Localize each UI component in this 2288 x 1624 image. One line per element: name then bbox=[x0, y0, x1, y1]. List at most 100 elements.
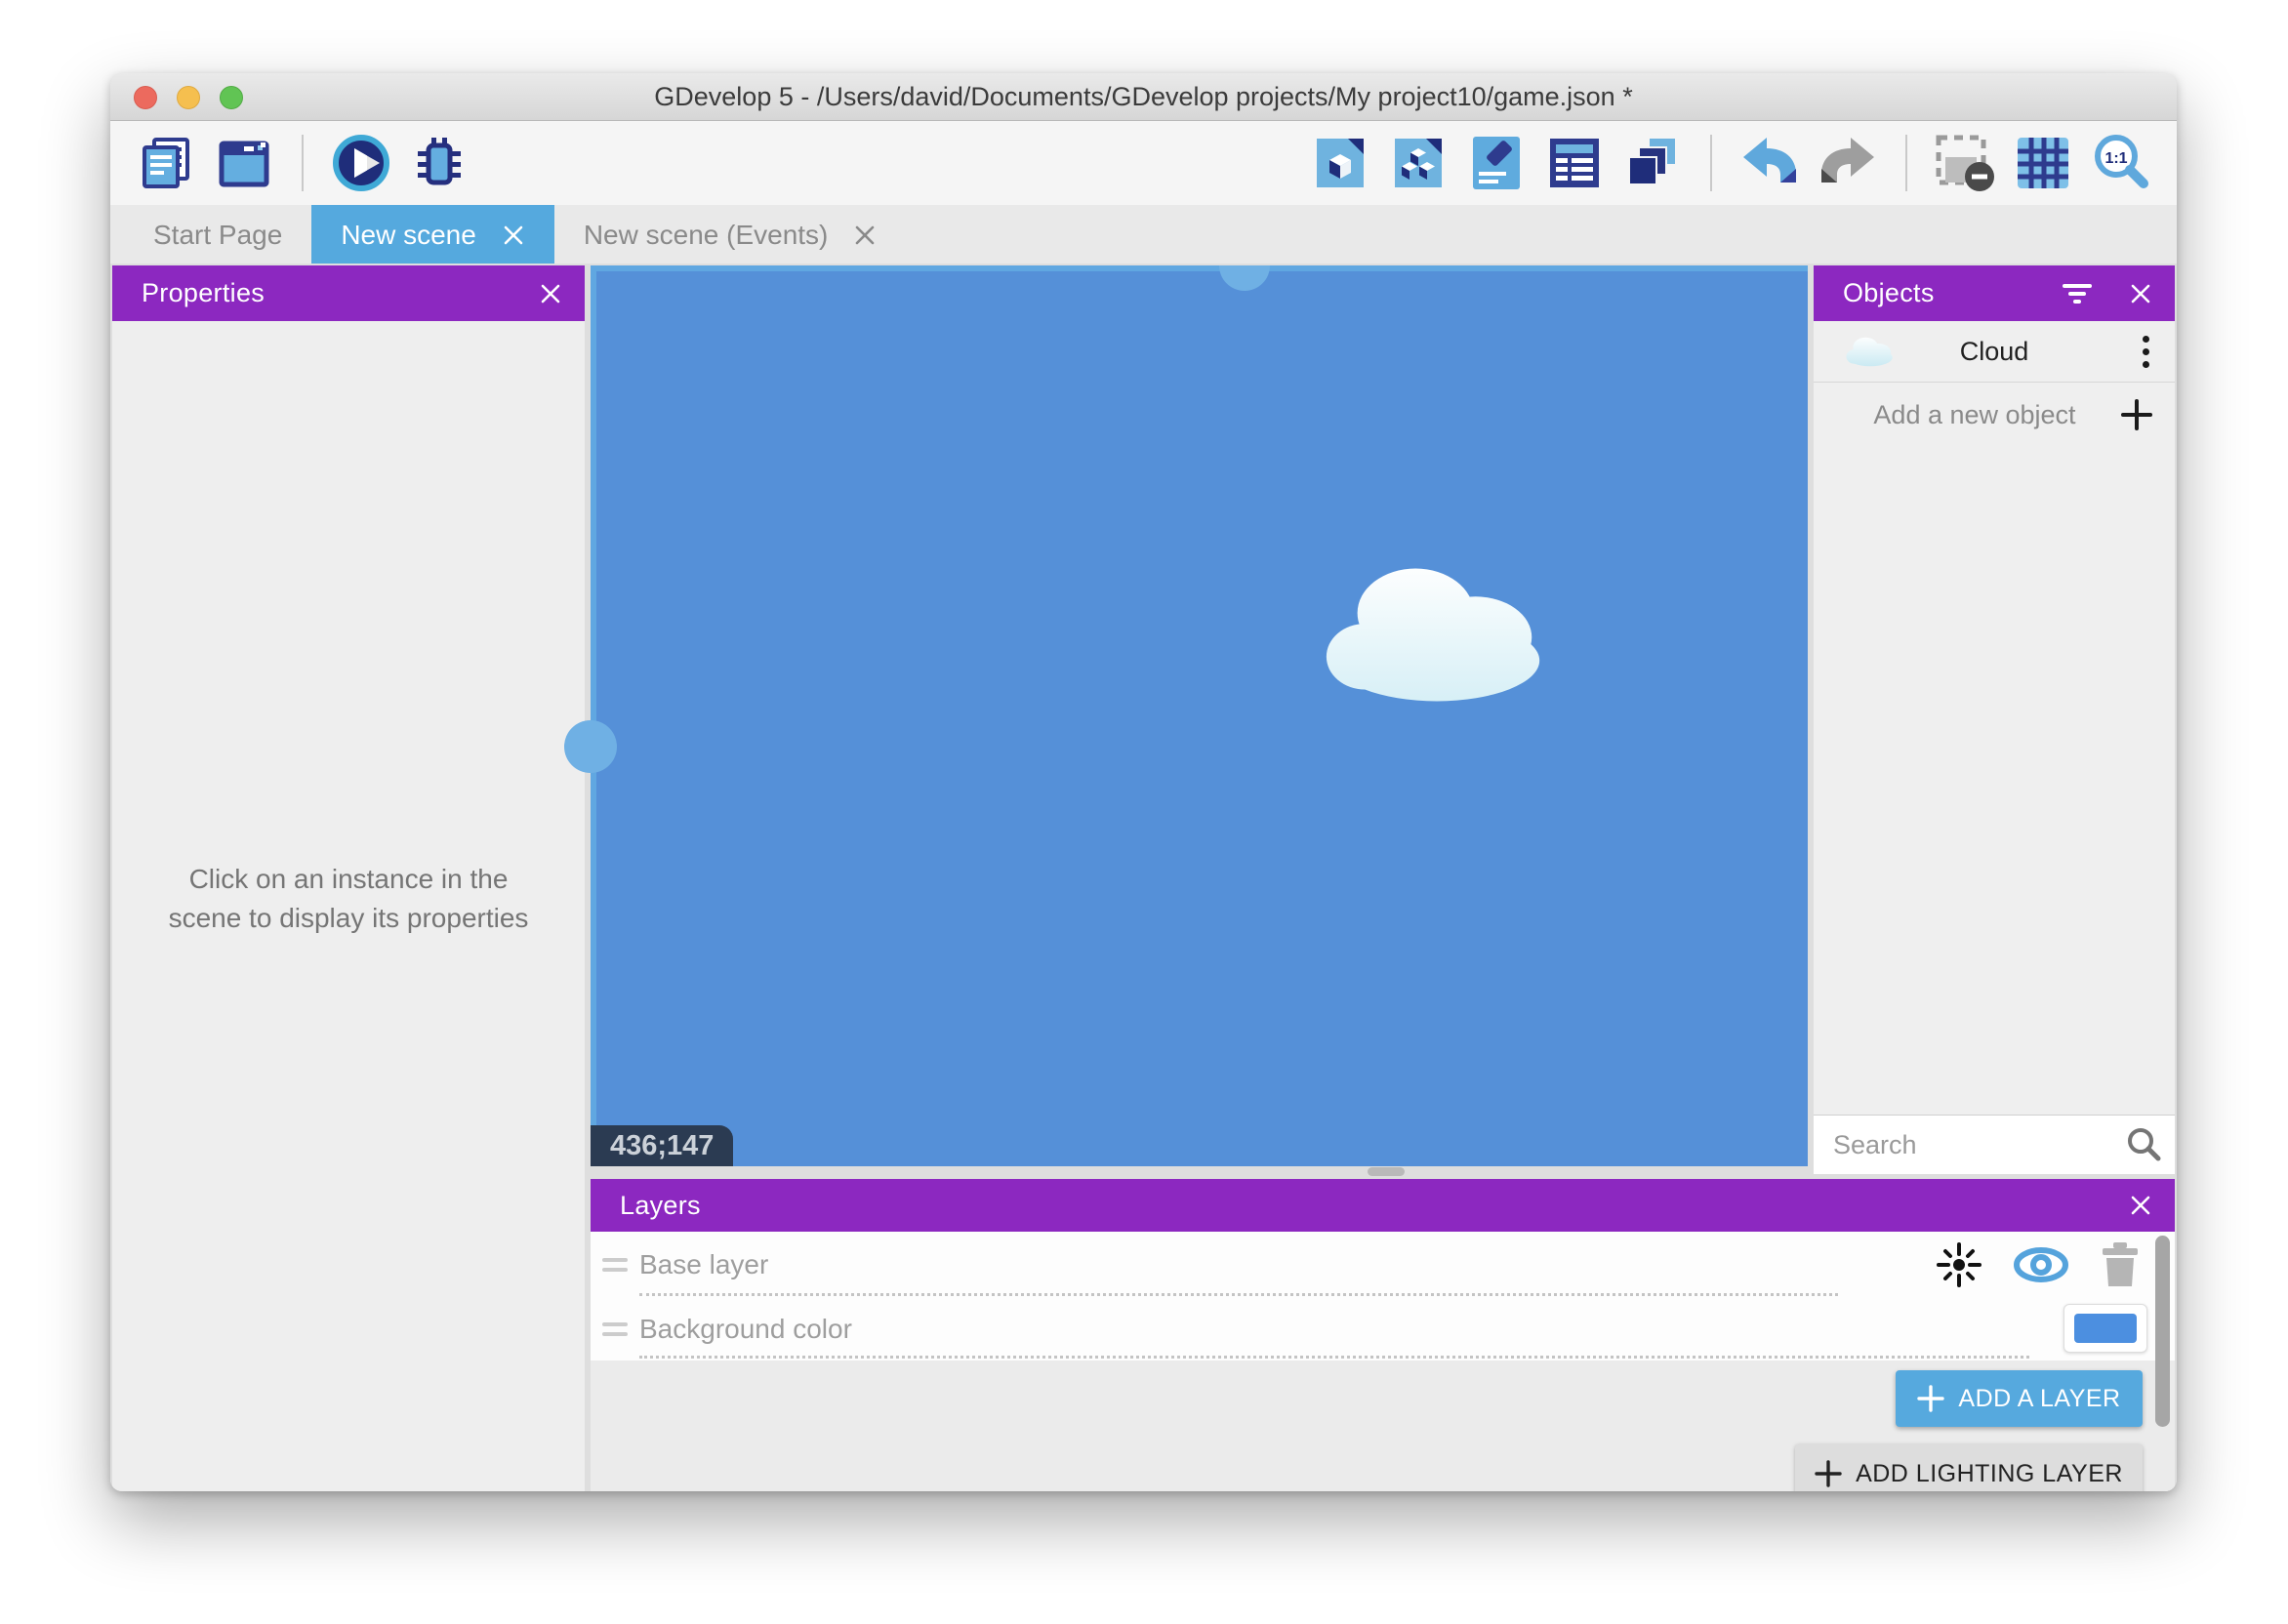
svg-text:1:1: 1:1 bbox=[2104, 150, 2127, 167]
tab-bar: Start Page New scene New scene (Events) bbox=[110, 205, 2177, 264]
layer-drag-handle-icon[interactable] bbox=[602, 1322, 628, 1336]
tab-new-scene-events[interactable]: New scene (Events) bbox=[554, 205, 907, 264]
close-window-button[interactable] bbox=[134, 86, 157, 109]
toggle-window-mask-button[interactable] bbox=[1935, 133, 1995, 193]
tab-start-page[interactable]: Start Page bbox=[124, 205, 311, 264]
play-icon bbox=[331, 133, 391, 193]
layer-name-field[interactable]: Base layer bbox=[639, 1249, 768, 1280]
layer-row-base-layer: Base layer bbox=[591, 1232, 2175, 1298]
layer-row-background-color: Background color bbox=[591, 1298, 2175, 1360]
toolbar-separator bbox=[1710, 135, 1712, 191]
maximize-window-button[interactable] bbox=[220, 86, 243, 109]
game-window-border-left bbox=[591, 265, 596, 1166]
object-search-input[interactable] bbox=[1814, 1116, 2175, 1174]
properties-panel: Properties Click on an instance in the s… bbox=[112, 265, 585, 1491]
add-layer-button-label: ADD A LAYER bbox=[1958, 1385, 2120, 1413]
layer-drag-handle-icon[interactable] bbox=[602, 1258, 628, 1272]
object-list-item-cloud[interactable]: Cloud bbox=[1814, 321, 2175, 383]
tab-new-scene[interactable]: New scene bbox=[311, 205, 554, 264]
open-object-groups-button[interactable] bbox=[1388, 133, 1449, 193]
plus-icon bbox=[1917, 1385, 1944, 1412]
scene-window-icon bbox=[217, 136, 271, 190]
titlebar: GDevelop 5 - /Users/david/Documents/GDev… bbox=[110, 73, 2177, 121]
main-toolbar: 1:1 bbox=[110, 121, 2177, 205]
layer-visibility-eye-icon[interactable] bbox=[2013, 1245, 2069, 1284]
properties-empty-message: Click on an instance in the scene to dis… bbox=[149, 860, 548, 938]
cloud-thumbnail-icon bbox=[1843, 334, 1898, 369]
layers-scrollbar-thumb[interactable] bbox=[2155, 1236, 2170, 1427]
scene-canvas[interactable]: 436;147 bbox=[591, 265, 1808, 1166]
open-instances-list-button[interactable] bbox=[1544, 133, 1605, 193]
filter-objects-icon[interactable] bbox=[2048, 280, 2106, 307]
cloud-instance[interactable] bbox=[1311, 559, 1563, 706]
project-manager-icon bbox=[139, 136, 193, 190]
zoom-one-to-one-icon: 1:1 bbox=[2091, 133, 2151, 193]
layers-panel-footer: ADD A LAYER ADD LIGHTING LAYER bbox=[591, 1360, 2175, 1491]
redo-icon bbox=[1816, 136, 1880, 190]
objects-editor-icon bbox=[1312, 135, 1369, 191]
layer-name-field[interactable]: Background color bbox=[639, 1314, 852, 1345]
open-scene-properties-button[interactable] bbox=[1466, 133, 1527, 193]
undo-button[interactable] bbox=[1739, 133, 1800, 193]
open-layers-editor-button[interactable] bbox=[1622, 133, 1683, 193]
tab-label: New scene (Events) bbox=[584, 220, 829, 251]
tab-label: New scene bbox=[341, 220, 476, 251]
minimize-window-button[interactable] bbox=[177, 86, 200, 109]
add-object-plus-icon[interactable] bbox=[2120, 398, 2153, 431]
open-objects-editor-button[interactable] bbox=[1310, 133, 1370, 193]
cursor-coordinates-badge: 436;147 bbox=[591, 1125, 733, 1166]
toolbar-separator bbox=[302, 135, 304, 191]
layer-name-underline bbox=[639, 1293, 1838, 1296]
gdevelop-window: GDevelop 5 - /Users/david/Documents/GDev… bbox=[110, 73, 2177, 1491]
layer-delete-trash-icon[interactable] bbox=[2101, 1241, 2140, 1288]
tab-label: Start Page bbox=[153, 220, 282, 251]
objects-panel-header: Objects bbox=[1814, 265, 2175, 321]
layer-effects-icon[interactable] bbox=[1937, 1242, 1982, 1287]
debug-bug-icon bbox=[412, 136, 467, 190]
game-window-top-handle[interactable] bbox=[1219, 265, 1270, 291]
layer-name-underline bbox=[639, 1356, 2029, 1359]
object-groups-icon bbox=[1390, 135, 1447, 191]
play-preview-button[interactable] bbox=[331, 133, 391, 193]
search-icon bbox=[2124, 1125, 2163, 1164]
background-color-swatch bbox=[2074, 1314, 2137, 1343]
layers-editor-icon bbox=[1624, 135, 1681, 191]
window-mask-icon bbox=[1933, 132, 1997, 194]
object-options-menu-icon[interactable] bbox=[2143, 336, 2149, 368]
layers-panel-header: Layers bbox=[591, 1179, 2175, 1232]
layers-panel: Layers Base layer bbox=[591, 1179, 2175, 1491]
toggle-grid-button[interactable] bbox=[2013, 133, 2073, 193]
layers-panel-resize-handle[interactable] bbox=[1368, 1167, 1405, 1176]
game-window-border-top bbox=[591, 265, 1808, 271]
close-objects-panel-icon[interactable] bbox=[2106, 281, 2175, 306]
close-tab-icon[interactable] bbox=[853, 223, 877, 247]
redo-button[interactable] bbox=[1818, 133, 1878, 193]
project-manager-button[interactable] bbox=[136, 133, 196, 193]
grid-icon bbox=[2015, 135, 2071, 191]
traffic-lights bbox=[134, 86, 243, 109]
objects-panel-title: Objects bbox=[1814, 278, 1935, 308]
objects-panel: Objects bbox=[1814, 265, 2175, 1174]
close-layers-panel-icon[interactable] bbox=[2106, 1193, 2175, 1218]
properties-panel-title: Properties bbox=[112, 278, 265, 308]
game-window-left-handle[interactable] bbox=[564, 720, 617, 773]
object-search-box bbox=[1814, 1115, 2175, 1174]
instances-list-icon bbox=[1546, 135, 1603, 191]
layers-panel-title: Layers bbox=[591, 1191, 701, 1221]
add-new-object-row[interactable]: Add a new object bbox=[1814, 383, 2175, 447]
plus-icon bbox=[1815, 1460, 1842, 1487]
add-layer-button[interactable]: ADD A LAYER bbox=[1896, 1370, 2143, 1427]
add-lighting-layer-button[interactable]: ADD LIGHTING LAYER bbox=[1795, 1444, 2143, 1491]
toolbar-right-group: 1:1 bbox=[1310, 133, 2151, 193]
undo-icon bbox=[1737, 136, 1802, 190]
background-color-picker[interactable] bbox=[2063, 1304, 2147, 1353]
close-properties-panel-icon[interactable] bbox=[516, 281, 585, 306]
scene-properties-icon bbox=[1471, 135, 1522, 191]
debug-button[interactable] bbox=[409, 133, 470, 193]
properties-panel-header: Properties bbox=[112, 265, 585, 321]
close-tab-icon[interactable] bbox=[502, 223, 525, 247]
toolbar-separator bbox=[1905, 135, 1907, 191]
zoom-one-to-one-button[interactable]: 1:1 bbox=[2091, 133, 2151, 193]
open-scene-window-button[interactable] bbox=[214, 133, 274, 193]
add-lighting-layer-button-label: ADD LIGHTING LAYER bbox=[1856, 1460, 2123, 1488]
